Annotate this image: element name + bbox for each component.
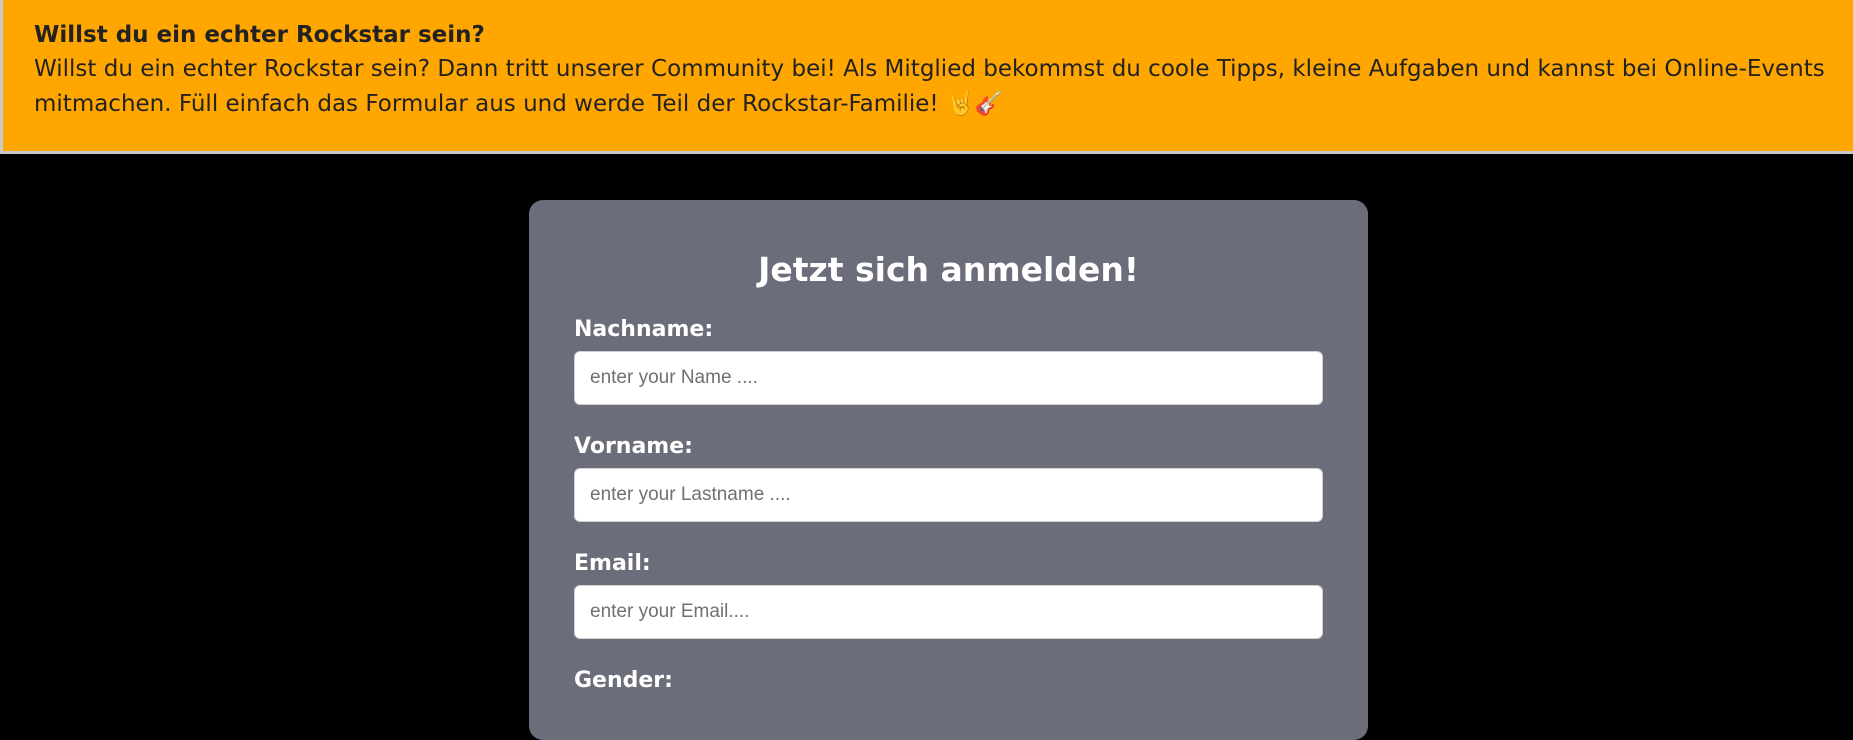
form-title: Jetzt sich anmelden!	[758, 250, 1139, 289]
info-banner: Willst du ein echter Rockstar sein? Will…	[0, 0, 1853, 154]
gender-label: Gender:	[574, 668, 673, 693]
email-label: Email:	[574, 551, 651, 576]
nachname-input[interactable]	[574, 351, 1323, 405]
signup-form: Jetzt sich anmelden! Nachname: Vorname: …	[529, 200, 1368, 740]
nachname-label: Nachname:	[574, 317, 714, 342]
vorname-input[interactable]	[574, 468, 1323, 522]
email-input[interactable]	[574, 585, 1323, 639]
banner-title: Willst du ein echter Rockstar sein?	[34, 22, 485, 48]
vorname-label: Vorname:	[574, 434, 693, 459]
banner-text: Willst du ein echter Rockstar sein? Dann…	[34, 56, 1825, 117]
